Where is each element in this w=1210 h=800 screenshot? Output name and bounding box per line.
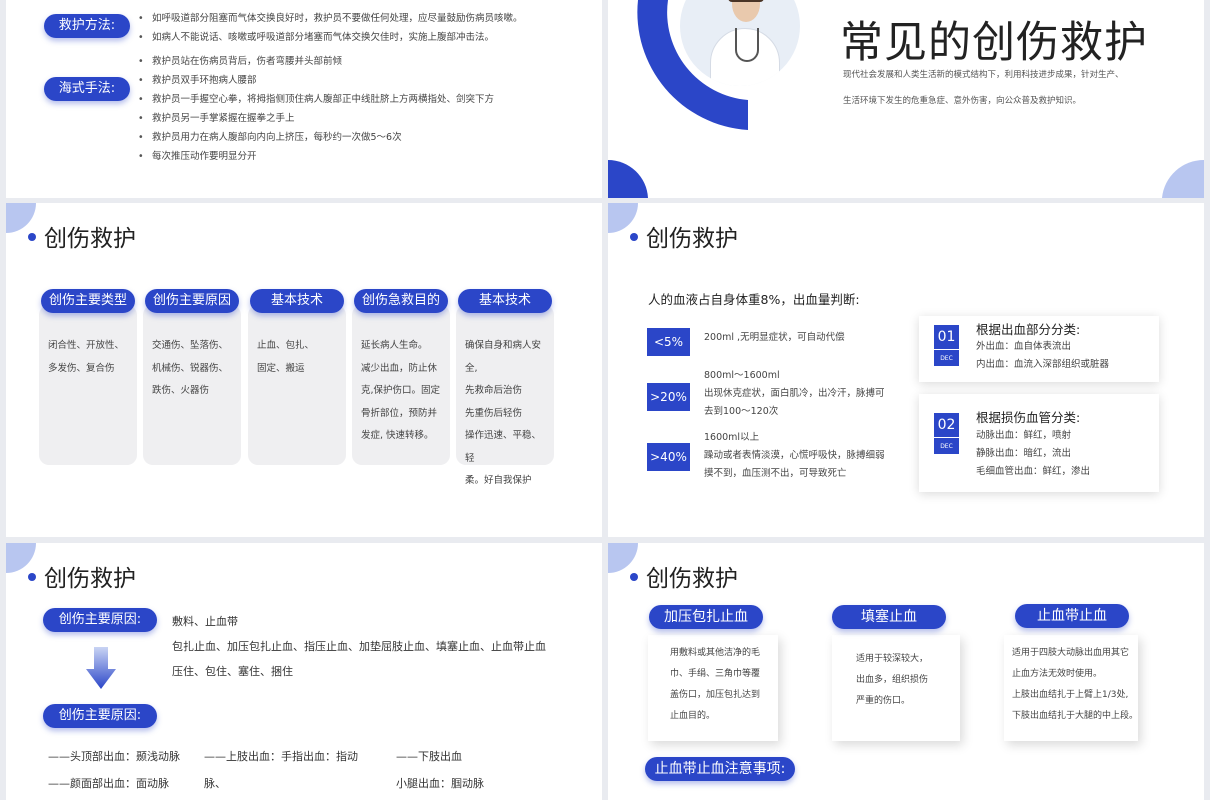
method-card: 适用于四肢大动脉出血用其它 止血方法无效时使用。 上肢出血结扎于上臂上1/3处, 下肢… [1004, 635, 1138, 741]
cause-label: 创伤主要原因: [43, 704, 157, 728]
slide-title: 创伤救护 [28, 219, 136, 253]
slide-title: 创伤救护 [28, 559, 136, 593]
cause-label: 创伤主要原因: [43, 608, 157, 632]
rescue-method-list: 如呼吸道部分阻塞而气体交换良好时，救护员不要做任何处理，应尽量鼓励伤病员咳嗽。 … [138, 9, 523, 47]
list-item: 如呼吸道部分阻塞而气体交换良好时，救护员不要做任何处理，应尽量鼓励伤病员咳嗽。 [138, 9, 523, 28]
slide-title: 创伤救护 [630, 559, 738, 593]
card-text: 用敷料或其他洁净的毛 巾、手绢、三角巾等覆 盖伤口，加压包扎达到 止血目的。 [670, 648, 761, 721]
box-lines: 外出血：血自体表流出 内出血：血流入深部组织或脏器 [976, 341, 1110, 370]
list-item: 救护员双手环抱病人腰部 [138, 71, 494, 90]
slide-trauma-overview[interactable]: 创伤救护 闭合性、开放性、 多发伤、复合伤 交通伤、坠落伤、 机械伤、锐器伤、 跌伤、… [6, 203, 602, 537]
slide-hemostasis-methods[interactable]: 创伤救护 用敷料或其他洁净的毛 巾、手绢、三角巾等覆 盖伤口，加压包扎达到 止血目的。… [608, 543, 1204, 800]
level-desc: 200ml ,无明显症状，可自动代偿 [704, 332, 845, 343]
method-head: 加压包扎止血 [649, 605, 763, 629]
classification-box-location: 01 DEC 根据出血部分分类: 外出血：血自体表流出 内出血：血流入深部组织或脏… [919, 316, 1159, 382]
slide-rescue-methods[interactable]: 救护方法: 如呼吸道部分阻塞而气体交换良好时，救护员不要做任何处理，应尽量鼓励伤… [6, 0, 602, 198]
box-title: 根据出血部分分类: [976, 322, 1081, 337]
heimlich-label: 海式手法: [44, 77, 130, 101]
level-tag: >40% [647, 443, 690, 471]
slide-title-text: 创伤救护 [44, 566, 136, 592]
list-item: 救护员站在伤病员背后，伤者弯腰并头部前倾 [138, 52, 494, 71]
blood-intro: 人的血液占自身体重8%，出血量判断: [648, 292, 860, 307]
list-item: 每次推压动作要明显分开 [138, 147, 494, 166]
list-item: 救护员用力在病人腹部向内向上挤压，每秒约一次做5～6次 [138, 128, 494, 147]
slide-blood-loss[interactable]: 创伤救护 人的血液占自身体重8%，出血量判断: <5% 200ml ,无明显症状… [608, 203, 1204, 537]
card-head: 创伤主要原因 [145, 289, 239, 313]
list-item: 如病人不能说话、咳嗽或呼吸道部分堵塞而气体交换欠佳时，实施上腹部冲击法。 [138, 28, 523, 47]
bullet-dot [630, 232, 638, 241]
list-item: 救护员另一手掌紧握在握拳之手上 [138, 109, 494, 128]
card-text: 交通伤、坠落伤、 机械伤、锐器伤、 跌伤、火器伤 [152, 340, 229, 396]
description-line: 现代社会发展和人类生活新的模式结构下，利用科技进步成果，针对生产、 [843, 70, 1124, 80]
material-line: 敷料、止血带 [172, 615, 238, 628]
card-text: 适用于较深较大， 出血多，组织损伤 严重的伤口。 [856, 654, 929, 706]
card-trauma-types: 闭合性、开放性、 多发伤、复合伤 [39, 305, 137, 465]
card-text: 止血、包扎、 固定、搬运 [257, 340, 315, 374]
page-title: 常见的创伤救护 [840, 18, 1148, 68]
card-head: 基本技术 [250, 289, 344, 313]
slide-title-text: 创伤救护 [646, 566, 738, 592]
level-tag: <5% [647, 328, 690, 356]
card-head: 创伤主要类型 [41, 289, 135, 313]
bullet-dot [28, 232, 36, 241]
action-line: 压住、包住、塞住、捆住 [172, 665, 293, 678]
card-first-aid-goals: 延长病人生命。 减少出血，防止休 克,保护伤口。固定 骨折部位，预防并 发症, 快速转移… [352, 305, 450, 465]
site-column: ——上肢出血：手指出血：指动 脉、 [204, 750, 358, 790]
site-column: ——下肢出血 小腿出血：腘动脉 [396, 750, 484, 790]
slide-title-text: 创伤救护 [646, 226, 738, 252]
card-basic-principles: 确保自身和病人安全, 先救命后治伤 先重伤后轻伤 操作迅速、平稳、轻 柔。好自我保护 [456, 305, 554, 486]
card-text: 确保自身和病人安全, 先救命后治伤 先重伤后轻伤 操作迅速、平稳、轻 柔。好自我保护 [465, 340, 542, 486]
method-head: 止血带止血 [1015, 604, 1129, 628]
description-line: 生活环境下发生的危重急症、意外伤害，向公众普及救护知识。 [843, 96, 1082, 106]
card-trauma-causes: 交通伤、坠落伤、 机械伤、锐器伤、 跌伤、火器伤 [143, 305, 241, 465]
heimlich-list: 救护员站在伤病员背后，伤者弯腰并头部前倾 救护员双手环抱病人腰部 救护员一手握空… [138, 52, 494, 166]
box-lines: 动脉出血：鲜红，喷射 静脉出血：暗红，流出 毛细血管出血：鲜红，渗出 [976, 430, 1091, 477]
box-dec: DEC [934, 437, 959, 454]
note-label: 止血带止血注意事项: [645, 757, 795, 781]
card-text: 适用于四肢大动脉出血用其它 止血方法无效时使用。 上肢出血结扎于上臂上1/3处, 下肢… [1012, 648, 1139, 721]
site-column: ——头顶部出血：颞浅动脉 ——颜面部出血：面动脉 [48, 750, 180, 790]
card-text: 闭合性、开放性、 多发伤、复合伤 [48, 340, 125, 374]
slide-title-text: 创伤救护 [44, 226, 136, 252]
method-line: 包扎止血、加压包扎止血、指压止血、加垫屈肢止血、填塞止血、止血带止血 [172, 640, 546, 653]
card-text: 延长病人生命。 减少出血，防止休 克,保护伤口。固定 骨折部位，预防并 发症, 快速转移… [361, 340, 441, 441]
bullet-dot [28, 572, 36, 581]
box-number: 01 [934, 325, 959, 349]
box-dec: DEC [934, 349, 959, 366]
card-head: 基本技术 [458, 289, 552, 313]
card-head: 创伤急救目的 [354, 289, 448, 313]
level-desc: 800ml～1600ml 出现休克症状，面白肌冷，出冷汗，脉搏可 去到100～120… [704, 370, 885, 417]
box-number: 02 [934, 413, 959, 437]
method-card: 用敷料或其他洁净的毛 巾、手绢、三角巾等覆 盖伤口，加压包扎达到 止血目的。 [648, 635, 778, 741]
box-title: 根据损伤血管分类: [976, 410, 1081, 425]
title-description: 现代社会发展和人类生活新的模式结构下，利用科技进步成果，针对生产、 生活环境下发… [843, 62, 1124, 114]
method-head: 填塞止血 [832, 605, 946, 629]
slide-title: 创伤救护 [630, 219, 738, 253]
classification-box-vessel: 02 DEC 根据损伤血管分类: 动脉出血：鲜红，喷射 静脉出血：暗红，流出 毛细血… [919, 394, 1159, 492]
bullet-dot [630, 572, 638, 581]
down-arrow-icon [86, 647, 116, 689]
slide-hemostasis[interactable]: 创伤救护 创伤主要原因: 敷料、止血带 包扎止血、加压包扎止血、指压止血、加垫屈… [6, 543, 602, 800]
level-tag: >20% [647, 383, 690, 411]
slide-title[interactable]: 常见的创伤救护 现代社会发展和人类生活新的模式结构下，利用科技进步成果，针对生产… [608, 0, 1204, 198]
level-desc: 1600ml以上 躁动或者表情淡漠，心慌呼吸快，脉搏细弱 摸不到，血压测不出，可导致… [704, 432, 885, 479]
rescue-method-label: 救护方法: [44, 14, 130, 38]
list-item: 救护员一手握空心拳，将拇指侧顶住病人腹部正中线肚脐上方两横指处、剑突下方 [138, 90, 494, 109]
method-card: 适用于较深较大， 出血多，组织损伤 严重的伤口。 [832, 635, 960, 741]
card-basic-skills: 止血、包扎、 固定、搬运 [248, 305, 346, 465]
